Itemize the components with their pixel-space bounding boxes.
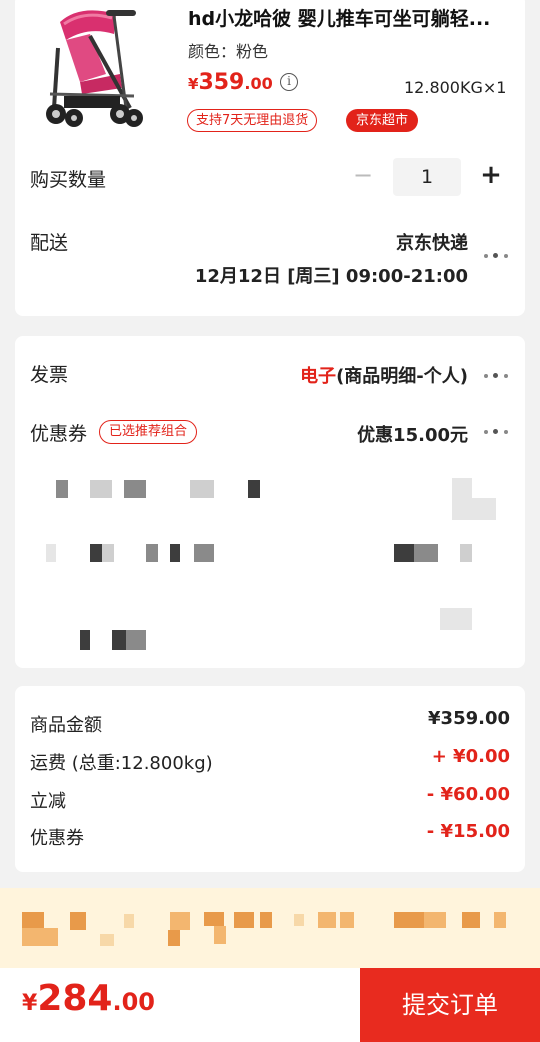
coupon-value[interactable]: 优惠15.00元 bbox=[357, 421, 468, 447]
price-integer: 359 bbox=[198, 70, 245, 95]
invoice-label: 发票 bbox=[30, 364, 69, 386]
total-decimal: .00 bbox=[112, 988, 155, 1016]
submit-order-button[interactable]: 提交订单 bbox=[360, 968, 540, 1042]
total-integer: 284 bbox=[37, 978, 113, 1019]
summary-coupon-label: 优惠券 bbox=[30, 828, 84, 849]
info-icon[interactable]: i bbox=[280, 73, 298, 91]
store-tag: 京东超市 bbox=[346, 109, 419, 132]
invoice-type-detail: (商品明细-个人) bbox=[336, 366, 468, 387]
coupon-label: 优惠券 bbox=[30, 423, 88, 445]
summary-shipping-value: + ¥0.00 bbox=[431, 746, 510, 767]
return-policy-tag: 支持7天无理由退货 bbox=[187, 109, 318, 132]
summary-discount-value: - ¥60.00 bbox=[426, 784, 510, 805]
more-dots-icon[interactable] bbox=[482, 428, 512, 436]
price-decimal: .00 bbox=[244, 74, 273, 93]
summary-goods-value: ¥359.00 bbox=[428, 708, 510, 729]
summary-discount-label: 立减 bbox=[30, 791, 66, 812]
invoice-type-highlight: 电子 bbox=[300, 366, 337, 387]
more-dots-icon[interactable] bbox=[482, 252, 512, 260]
delivery-time[interactable]: 12月12日 [周三] 09:00-21:00 bbox=[195, 262, 468, 288]
quantity-minus-button[interactable]: − bbox=[350, 163, 376, 189]
delivery-label: 配送 bbox=[30, 232, 69, 254]
summary-goods-label: 商品金额 bbox=[30, 715, 102, 736]
delivery-carrier[interactable]: 京东快递 bbox=[396, 229, 468, 255]
checkout-bar: ¥284.00 提交订单 bbox=[0, 968, 540, 1042]
quantity-plus-button[interactable]: + bbox=[478, 162, 504, 189]
stroller-image[interactable] bbox=[30, 4, 152, 134]
promo-banner[interactable] bbox=[0, 888, 540, 968]
total-currency: ¥ bbox=[22, 991, 38, 1016]
product-title[interactable]: hd小龙哈彼 婴儿推车可坐可躺轻... bbox=[188, 4, 518, 31]
summary-coupon-value: - ¥15.00 bbox=[426, 821, 510, 842]
product-weight-quantity: 12.800KG×1 bbox=[404, 78, 507, 97]
quantity-input[interactable]: 1 bbox=[393, 158, 461, 196]
coupon-recommend-tag[interactable]: 已选推荐组合 bbox=[99, 420, 198, 444]
total-price: ¥284.00 bbox=[22, 978, 155, 1019]
product-price: ¥359.00 bbox=[188, 70, 273, 95]
price-currency: ¥ bbox=[188, 75, 199, 93]
quantity-label: 购买数量 bbox=[30, 169, 107, 191]
more-dots-icon[interactable] bbox=[482, 372, 512, 380]
summary-shipping-label: 运费 (总重:12.800kg) bbox=[30, 753, 213, 774]
invoice-type[interactable]: 电子(商品明细-个人) bbox=[300, 362, 468, 388]
product-spec: 颜色：粉色 bbox=[188, 42, 269, 61]
